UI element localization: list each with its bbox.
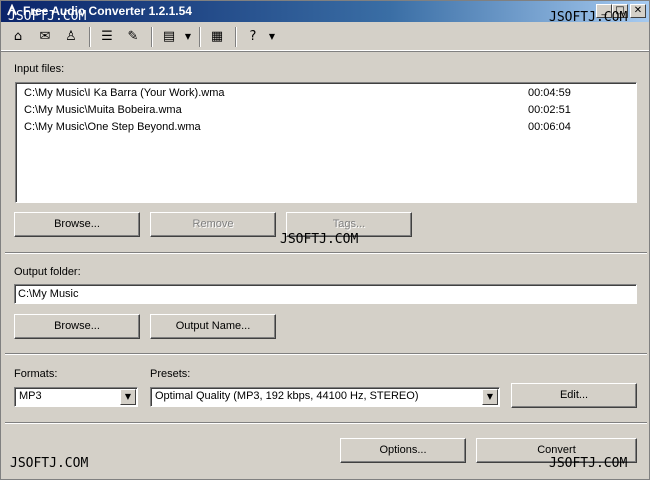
list-icon[interactable]: ☰ <box>97 27 117 47</box>
file-duration: 00:06:04 <box>528 121 571 133</box>
output-browse-button[interactable]: Browse... <box>14 314 140 339</box>
mail-icon[interactable]: ✉ <box>35 27 55 47</box>
chevron-down-icon[interactable]: ▼ <box>120 389 136 405</box>
toolbar-separator <box>199 27 201 47</box>
remove-button[interactable]: Remove <box>150 212 276 237</box>
section-divider <box>5 252 647 254</box>
formats-select[interactable]: MP3 ▼ <box>14 387 138 407</box>
file-path: C:\My Music\I Ka Barra (Your Work).wma <box>24 87 225 99</box>
input-files-list[interactable]: C:\My Music\I Ka Barra (Your Work).wma 0… <box>15 82 637 203</box>
formats-value: MP3 <box>19 390 42 402</box>
formats-label: Formats: <box>14 368 58 380</box>
toolbar-separator <box>235 27 237 47</box>
watermark: JSOFTJ.COM <box>8 9 87 24</box>
presets-value: Optimal Quality (MP3, 192 kbps, 44100 Hz… <box>155 390 419 402</box>
watermark: JSOFTJ.COM <box>549 456 628 471</box>
watermark: JSOFTJ.COM <box>280 232 359 247</box>
input-files-label: Input files: <box>14 63 65 75</box>
presets-label: Presets: <box>150 368 191 380</box>
file-row[interactable]: C:\My Music\One Step Beyond.wma 00:06:04 <box>24 119 624 135</box>
options-button[interactable]: Options... <box>340 438 466 463</box>
file-duration: 00:02:51 <box>528 104 571 116</box>
section-divider <box>5 353 647 355</box>
watermark: JSOFTJ.COM <box>549 10 628 25</box>
output-folder-label: Output folder: <box>14 266 81 278</box>
help-dropdown-icon[interactable]: ▼ <box>267 27 277 47</box>
file-path: C:\My Music\Muita Bobeira.wma <box>24 104 182 116</box>
film-icon[interactable]: ▦ <box>207 27 227 47</box>
toolbar-separator <box>151 27 153 47</box>
file-row[interactable]: C:\My Music\I Ka Barra (Your Work).wma 0… <box>24 85 624 101</box>
section-divider <box>5 422 647 424</box>
toolbar: ⌂ ✉ ♙ ☰ ✎ ▤ ▼ ▦ ? ▼ <box>1 23 649 51</box>
edit-preset-button[interactable]: Edit... <box>511 383 637 408</box>
panel-dropdown-icon[interactable]: ▼ <box>183 27 193 47</box>
file-duration: 00:04:59 <box>528 87 571 99</box>
chevron-down-icon[interactable]: ▼ <box>482 389 498 405</box>
watermark: JSOFTJ.COM <box>10 456 89 471</box>
help-icon[interactable]: ? <box>243 27 263 47</box>
home-icon[interactable]: ⌂ <box>8 27 28 47</box>
file-row[interactable]: C:\My Music\Muita Bobeira.wma 00:02:51 <box>24 102 624 118</box>
output-folder-field[interactable]: C:\My Music <box>14 284 637 304</box>
file-path: C:\My Music\One Step Beyond.wma <box>24 121 201 133</box>
panel-icon[interactable]: ▤ <box>159 27 179 47</box>
edit-icon[interactable]: ✎ <box>123 27 143 47</box>
input-browse-button[interactable]: Browse... <box>14 212 140 237</box>
user-icon[interactable]: ♙ <box>61 27 81 47</box>
close-button[interactable]: ✕ <box>630 4 646 18</box>
presets-select[interactable]: Optimal Quality (MP3, 192 kbps, 44100 Hz… <box>150 387 500 407</box>
output-name-button[interactable]: Output Name... <box>150 314 276 339</box>
toolbar-separator <box>89 27 91 47</box>
